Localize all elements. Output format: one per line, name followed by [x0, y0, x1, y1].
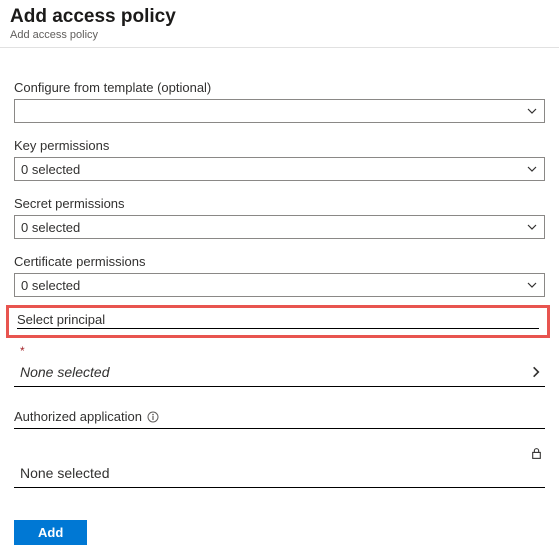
template-dropdown[interactable] — [14, 99, 545, 123]
authorized-application-value: None selected — [20, 465, 110, 481]
lock-icon-container — [14, 447, 545, 463]
authorized-application-section: Authorized application None selected — [14, 409, 545, 488]
certificate-permissions-dropdown[interactable]: 0 selected — [14, 273, 545, 297]
chevron-down-icon — [526, 221, 538, 233]
secret-permissions-dropdown[interactable]: 0 selected — [14, 215, 545, 239]
form-content: Configure from template (optional) Key p… — [0, 48, 559, 555]
chevron-down-icon — [526, 163, 538, 175]
authorized-application-selector: None selected — [14, 465, 545, 488]
select-principal-label: Select principal — [17, 312, 539, 329]
key-permissions-dropdown[interactable]: 0 selected — [14, 157, 545, 181]
required-marker: * — [20, 344, 545, 358]
select-principal-selector[interactable]: None selected — [14, 360, 545, 387]
chevron-right-icon — [529, 365, 543, 379]
chevron-down-icon — [526, 105, 538, 117]
select-principal-highlight: Select principal — [6, 305, 550, 338]
page-title: Add access policy — [10, 6, 549, 28]
page-subtitle: Add access policy — [10, 29, 549, 41]
secret-permissions-label: Secret permissions — [14, 196, 545, 211]
key-permissions-value: 0 selected — [21, 162, 80, 177]
page-header: Add access policy Add access policy — [0, 0, 559, 48]
add-button[interactable]: Add — [14, 520, 87, 545]
authorized-application-row: None selected — [14, 447, 545, 488]
certificate-permissions-label: Certificate permissions — [14, 254, 545, 269]
info-icon — [147, 411, 159, 423]
select-principal-value: None selected — [20, 364, 110, 380]
lock-icon — [530, 447, 543, 463]
key-permissions-label: Key permissions — [14, 138, 545, 153]
certificate-permissions-value: 0 selected — [21, 278, 80, 293]
chevron-down-icon — [526, 279, 538, 291]
secret-permissions-value: 0 selected — [21, 220, 80, 235]
authorized-application-label-text: Authorized application — [14, 409, 142, 424]
authorized-application-label: Authorized application — [14, 409, 545, 429]
template-label: Configure from template (optional) — [14, 80, 545, 95]
